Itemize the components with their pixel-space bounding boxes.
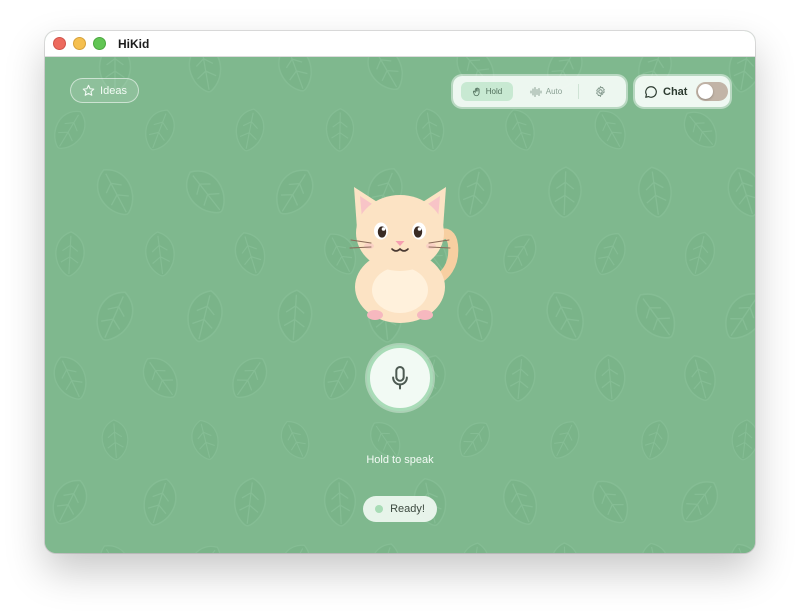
title-bar: HiKid xyxy=(45,31,755,57)
gear-icon xyxy=(596,86,605,97)
hand-icon xyxy=(472,87,480,96)
waveform-icon xyxy=(530,86,542,97)
star-icon xyxy=(82,84,95,96)
input-mode-selector: Hold Auto xyxy=(453,76,626,107)
microphone-icon xyxy=(392,365,408,390)
toggle-knob xyxy=(698,84,714,99)
settings-button[interactable] xyxy=(593,84,608,99)
status-text: Ready! xyxy=(390,503,425,515)
status-dot xyxy=(375,505,384,513)
microphone-button[interactable] xyxy=(367,345,433,411)
hold-to-speak-label: Hold to speak xyxy=(366,454,434,466)
ideas-label: Ideas xyxy=(100,84,127,97)
cat-mascot xyxy=(349,187,459,323)
minimize-window-button[interactable] xyxy=(73,37,86,50)
mode-divider xyxy=(578,84,579,99)
mode-hold-label: Hold xyxy=(485,87,503,96)
chat-toggle-container: Chat xyxy=(635,76,730,107)
window-title: HiKid xyxy=(118,36,150,51)
chat-label: Chat xyxy=(663,85,688,98)
window-controls xyxy=(53,37,106,50)
zoom-window-button[interactable] xyxy=(93,37,106,50)
chat-bubble-icon xyxy=(644,85,658,99)
app-window: HiKid Ideas Hold Auto Chat Hold to speak… xyxy=(45,31,755,553)
main-content: Ideas Hold Auto Chat Hold to speak Ready… xyxy=(45,57,755,553)
status-badge: Ready! xyxy=(363,496,437,522)
mode-auto-label: Auto xyxy=(545,87,563,96)
ideas-button[interactable]: Ideas xyxy=(70,78,139,103)
chat-toggle-switch[interactable] xyxy=(696,82,729,101)
mode-hold-button[interactable]: Hold xyxy=(461,82,513,101)
mode-auto-button[interactable]: Auto xyxy=(523,82,569,101)
close-window-button[interactable] xyxy=(53,37,66,50)
